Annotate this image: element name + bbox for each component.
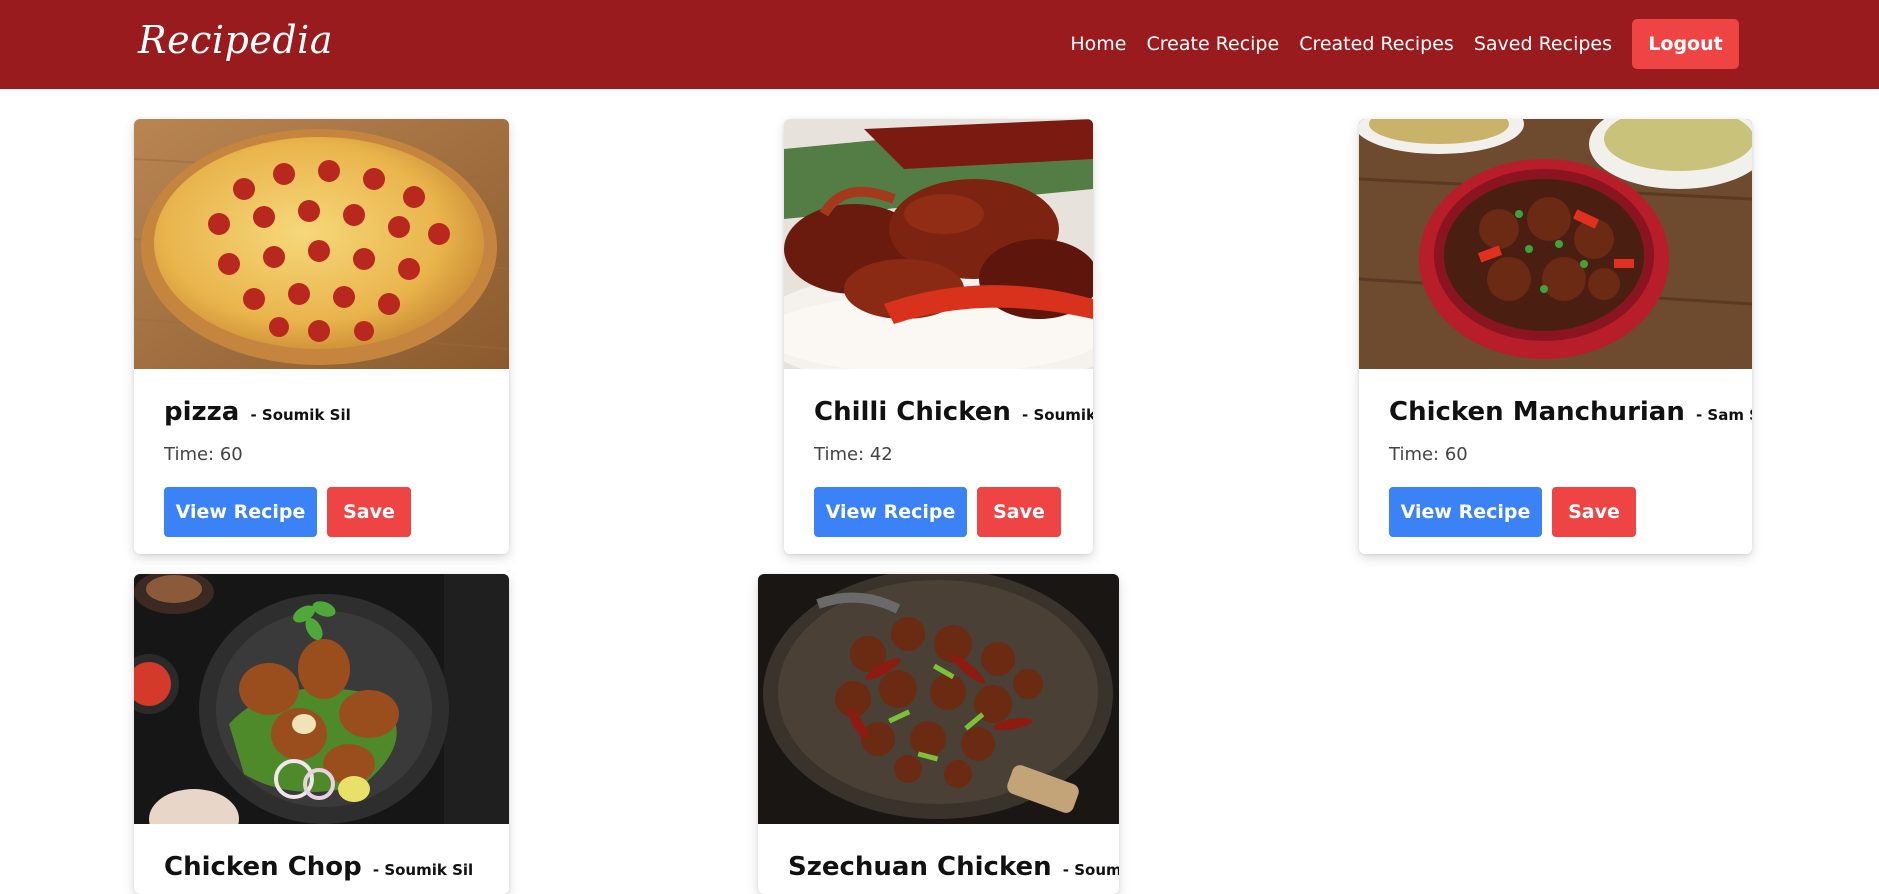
nav-links: Home Create Recipe Created Recipes Saved… [1070,19,1739,69]
brand-logo[interactable]: Recipedia [138,18,333,62]
recipe-title: pizza [164,397,240,427]
nav-link-home[interactable]: Home [1070,33,1126,55]
recipe-title: Chicken Manchurian [1389,397,1685,427]
nav-link-saved-recipes[interactable]: Saved Recipes [1474,33,1612,55]
view-recipe-button[interactable]: View Recipe [164,487,317,537]
recipe-card: Chilli Chicken - Soumik Sil Time: 42 Vie… [784,119,1093,554]
save-recipe-button[interactable]: Save [327,487,411,537]
view-recipe-button[interactable]: View Recipe [814,487,967,537]
recipe-time: Time: 60 [164,444,243,465]
logout-button[interactable]: Logout [1632,19,1739,69]
save-recipe-button[interactable]: Save [1552,487,1636,537]
recipe-title: Chilli Chicken [814,397,1011,427]
recipe-author: - Sam Storm [1695,406,1752,424]
recipe-time: Time: 60 [1389,444,1468,465]
chicken-chop-image [134,574,509,824]
recipe-image-chicken-chop [134,574,509,824]
pizza-image [134,119,509,369]
navbar: Recipedia Home Create Recipe Created Rec… [0,0,1879,89]
recipe-card: Chicken Chop - Soumik Sil [134,574,509,894]
recipe-image-chicken-manchurian [1359,119,1752,369]
save-recipe-button[interactable]: Save [977,487,1061,537]
recipe-time: Time: 42 [814,444,893,465]
recipe-author: - Soumik Sil [250,406,351,424]
recipe-author: - Soumik Sil [1022,406,1093,424]
chicken-manchurian-image [1359,119,1752,369]
recipe-image-pizza [134,119,509,369]
recipe-author: - Soumik Sil [1062,861,1119,879]
chilli-chicken-image [784,119,1093,369]
recipe-image-chilli-chicken [784,119,1093,369]
recipe-image-szechuan-chicken [758,574,1119,824]
view-recipe-button[interactable]: View Recipe [1389,487,1542,537]
szechuan-chicken-image [758,574,1119,824]
nav-link-create-recipe[interactable]: Create Recipe [1147,33,1280,55]
recipe-card: Chicken Manchurian - Sam Storm Time: 60 … [1359,119,1752,554]
recipe-card: pizza - Soumik Sil Time: 60 View Recipe … [134,119,509,554]
recipe-author: - Soumik Sil [372,861,474,879]
recipe-card: Szechuan Chicken - Soumik Sil [758,574,1119,894]
nav-link-created-recipes[interactable]: Created Recipes [1299,33,1454,55]
